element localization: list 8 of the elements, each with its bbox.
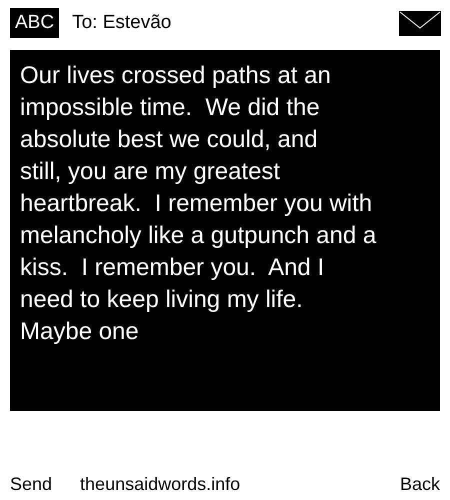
recipient-label: To: Estevão xyxy=(72,10,172,35)
envelope-icon xyxy=(399,10,441,36)
message-text: Our lives crossed paths at an impossible time. We did the absolute best we could, and still, you are my greatest heartbreak. I remember you with melancholy like a gutpunch and a kiss. I remember you. And I need to keep living my life. Maybe one xyxy=(20,61,378,347)
website-label: theunsaidwords.info xyxy=(80,473,240,496)
send-softkey[interactable]: Send xyxy=(10,471,52,498)
back-softkey[interactable]: Back xyxy=(400,471,440,498)
input-mode-indicator: ABC xyxy=(10,8,60,38)
message-area[interactable] xyxy=(10,50,440,411)
